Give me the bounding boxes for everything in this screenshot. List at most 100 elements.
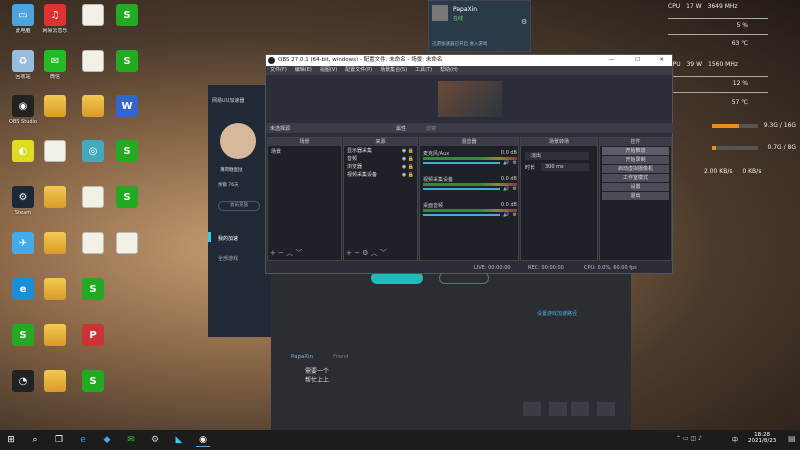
desktop-icon[interactable]: ▭ 此电脑 (6, 4, 40, 34)
desktop-icon[interactable] (76, 50, 110, 74)
desktop-icon[interactable] (76, 95, 110, 119)
desktop-icon[interactable]: ◎ (76, 140, 110, 164)
speaker-icon[interactable]: 🔊 (503, 212, 509, 218)
desktop-icon[interactable]: S (110, 50, 144, 74)
desktop-icon[interactable] (110, 232, 144, 256)
control-button[interactable]: 设置 (602, 183, 669, 191)
visibility-lock-icon[interactable]: ◉ 🔒 (402, 147, 414, 155)
source-item[interactable]: 显示器采集 ◉ 🔒 (347, 147, 414, 155)
desktop-icon[interactable]: S (76, 370, 110, 394)
control-button[interactable]: 启动虚拟摄像机 (602, 165, 669, 173)
menu-item[interactable]: 编辑(E) (295, 66, 312, 75)
menu-item[interactable]: 文件(F) (270, 66, 287, 75)
task-view-icon[interactable]: ❐ (52, 433, 66, 447)
source-controls-icons[interactable]: + − ⚙ ︿ ﹀ (346, 248, 387, 258)
desktop-icon[interactable] (76, 186, 110, 210)
gear-icon[interactable]: ⚙ (513, 186, 517, 192)
ime-indicator[interactable]: 中 (732, 435, 738, 444)
search-icon[interactable]: ⌕ (28, 433, 42, 447)
desktop-icon[interactable] (76, 232, 110, 256)
tray-icons[interactable]: ⌃ ▭ ◫ ♪ (676, 435, 702, 442)
desktop-icon[interactable]: ◔ (6, 370, 40, 394)
qq-icon[interactable]: ◆ (100, 433, 114, 447)
nav-all-games[interactable]: 全部游戏 (218, 255, 238, 262)
edge-icon[interactable]: e (76, 433, 90, 447)
speaker-icon[interactable]: 🔊 (503, 160, 509, 166)
desktop-icon[interactable]: ✈ (6, 232, 40, 256)
gear-icon[interactable]: ⚙ (521, 18, 527, 26)
source-item[interactable]: 音频 ◉ 🔒 (347, 155, 414, 163)
duration-input[interactable]: 300 ms (541, 163, 589, 171)
desktop-icon[interactable] (38, 324, 72, 348)
control-button[interactable]: 退出 (602, 192, 669, 200)
menu-item[interactable]: 工具(T) (415, 66, 432, 75)
desktop-icon[interactable]: ◐ (6, 140, 40, 164)
desktop-icon[interactable]: S (6, 324, 40, 348)
send-icon[interactable] (523, 402, 541, 416)
close-icon[interactable]: ✕ (659, 55, 664, 66)
obs-taskbar-icon[interactable]: ◉ (196, 433, 210, 447)
menu-item[interactable]: 视图(V) (320, 66, 337, 75)
steam-icon[interactable]: ⚙ (148, 433, 162, 447)
gear-icon[interactable]: ⚙ (513, 160, 517, 166)
accel-path-link[interactable]: 设置游戏加速路径 (537, 310, 577, 317)
desktop-icon[interactable]: W (110, 95, 144, 119)
desktop-icon[interactable] (76, 4, 110, 28)
speaker-icon[interactable]: 🔊 (503, 186, 509, 192)
accelerator-link[interactable]: 迅游加速器已开启 进入游戏 (432, 41, 487, 47)
friend-popup[interactable]: PapaXin 在线 ⚙ 迅游加速器已开启 进入游戏 (428, 0, 531, 52)
desktop-icon[interactable]: S (110, 186, 144, 210)
emoji-icon[interactable] (549, 402, 567, 416)
desktop-icon[interactable]: ♻ 回收站 (6, 50, 40, 80)
scene-item[interactable]: 场景 (268, 146, 341, 157)
desktop-icon[interactable] (38, 232, 72, 256)
visibility-lock-icon[interactable]: ◉ 🔒 (402, 171, 414, 179)
transition-select[interactable]: 淡出 (525, 152, 589, 160)
wechat-icon[interactable]: ✉ (124, 433, 138, 447)
windows-start-icon[interactable]: ⊞ (4, 433, 18, 447)
desktop-icon[interactable]: ✉ 微信 (38, 50, 72, 80)
desktop-icon[interactable] (38, 95, 72, 119)
notification-icon[interactable]: ▤ (788, 434, 796, 443)
nav-my-accel[interactable]: 我的加速 (218, 235, 238, 242)
desktop-icon[interactable]: P (76, 324, 110, 348)
volume-slider[interactable] (423, 188, 501, 190)
filters-button[interactable]: 滤镜 (426, 125, 436, 132)
desktop-icon[interactable]: S (110, 4, 144, 28)
menu-item[interactable]: 场景集合(S) (380, 66, 407, 75)
controls-dock: 控件 开始推流 开始录制 启动虚拟摄像机 工作室模式 设置 退出 (599, 137, 672, 261)
desktop-icon[interactable]: ⚙ Steam (6, 186, 40, 216)
uu-icon[interactable]: ◣ (172, 433, 186, 447)
volume-slider[interactable] (423, 162, 501, 164)
source-item[interactable]: 视频采集设备 ◉ 🔒 (347, 171, 414, 179)
source-item[interactable]: 浏览器 ◉ 🔒 (347, 163, 414, 171)
minimize-icon[interactable]: — (609, 55, 615, 66)
visibility-lock-icon[interactable]: ◉ 🔒 (402, 163, 414, 171)
menu-item[interactable]: 配置文件(P) (345, 66, 372, 75)
control-button[interactable]: 开始录制 (602, 156, 669, 164)
scene-add-remove-icons[interactable]: + − ︿ ﹀ (270, 248, 302, 258)
vram-usage: 0.7G / 8G (767, 144, 797, 151)
desktop-icon[interactable]: ◉ OBS Studio (6, 95, 40, 125)
desktop-icon[interactable] (38, 140, 72, 164)
maximize-icon[interactable]: ☐ (635, 55, 640, 66)
visibility-lock-icon[interactable]: ◉ 🔒 (402, 155, 414, 163)
desktop-icon[interactable] (38, 278, 72, 302)
preview-canvas[interactable] (438, 81, 502, 117)
vip-button[interactable]: 会员充值 (218, 201, 260, 211)
control-button[interactable]: 工作室模式 (602, 174, 669, 182)
clock[interactable]: 18:28 2021/8/23 (748, 432, 776, 444)
volume-slider[interactable] (423, 214, 501, 216)
attach-icon[interactable] (571, 402, 589, 416)
menu-item[interactable]: 帮助(H) (440, 66, 458, 75)
desktop-icon[interactable]: S (110, 140, 144, 164)
desktop-icon[interactable]: ♫ 网易云音乐 (38, 4, 72, 34)
gear-icon[interactable]: ⚙ (513, 212, 517, 218)
desktop-icon[interactable] (38, 370, 72, 394)
mic-icon[interactable] (597, 402, 615, 416)
desktop-icon[interactable]: e (6, 278, 40, 302)
desktop-icon[interactable]: S (76, 278, 110, 302)
properties-button[interactable]: 属性 (396, 125, 406, 132)
desktop-icon[interactable] (38, 186, 72, 210)
control-button[interactable]: 开始推流 (602, 147, 669, 155)
